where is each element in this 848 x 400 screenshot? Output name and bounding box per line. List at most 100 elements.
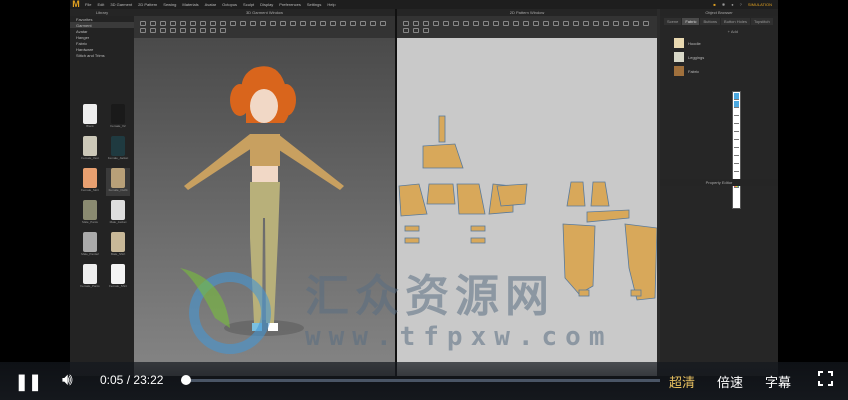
progress-handle[interactable]: [181, 375, 191, 385]
menu-help[interactable]: Help: [327, 2, 335, 7]
tool-icon[interactable]: [160, 28, 166, 33]
tool-icon[interactable]: [140, 21, 146, 26]
tool-icon[interactable]: [413, 28, 419, 33]
help-icon[interactable]: ?: [740, 2, 742, 7]
tool-icon[interactable]: [280, 21, 286, 26]
tool-icon[interactable]: [553, 21, 559, 26]
tab-scene[interactable]: Scene: [664, 18, 682, 25]
menu-sculpt[interactable]: Sculpt: [243, 2, 254, 7]
tool-icon[interactable]: [734, 117, 739, 124]
tool-icon[interactable]: [310, 21, 316, 26]
menu-materials[interactable]: Materials: [182, 2, 198, 7]
fullscreen-button[interactable]: [818, 371, 833, 386]
tool-icon[interactable]: [463, 21, 469, 26]
volume-button[interactable]: 🔊︎: [62, 370, 73, 390]
settings-icon[interactable]: ✱: [722, 2, 725, 7]
tool-icon[interactable]: [563, 21, 569, 26]
menu-sewing[interactable]: Sewing: [163, 2, 176, 7]
menu-octopus[interactable]: Octopus: [222, 2, 237, 7]
tool-icon[interactable]: [493, 21, 499, 26]
tool-icon[interactable]: [734, 93, 739, 100]
tool-icon[interactable]: [573, 21, 579, 26]
tool-icon[interactable]: [413, 21, 419, 26]
tool-icon[interactable]: [250, 21, 256, 26]
tool-icon[interactable]: [170, 28, 176, 33]
user-button[interactable]: SIMULATION: [748, 2, 772, 7]
library-item[interactable]: Male_Shirt: [106, 232, 130, 260]
tool-icon[interactable]: [140, 28, 146, 33]
tool-icon[interactable]: [734, 165, 739, 172]
tool-icon[interactable]: [220, 28, 226, 33]
menu-settings[interactable]: Settings: [307, 2, 321, 7]
tool-icon[interactable]: [340, 21, 346, 26]
menu-3d-garment[interactable]: 3D Garment: [110, 2, 132, 7]
library-item[interactable]: Male_Jacket: [106, 200, 130, 228]
tool-icon[interactable]: [270, 21, 276, 26]
tool-icon[interactable]: [230, 21, 236, 26]
progress-bar[interactable]: [186, 379, 660, 382]
tool-icon[interactable]: [320, 21, 326, 26]
tool-icon[interactable]: [734, 141, 739, 148]
tool-icon[interactable]: [180, 28, 186, 33]
tool-icon[interactable]: [403, 21, 409, 26]
add-fabric-button[interactable]: + Add: [660, 27, 778, 36]
tool-icon[interactable]: [360, 21, 366, 26]
tool-icon[interactable]: [734, 157, 739, 164]
tool-icon[interactable]: [613, 21, 619, 26]
viewport-3d[interactable]: [134, 38, 395, 376]
pause-button[interactable]: ❚❚: [15, 372, 42, 392]
tab-fabric[interactable]: Fabric: [682, 18, 700, 25]
tool-icon[interactable]: [533, 21, 539, 26]
tool-icon[interactable]: [220, 21, 226, 26]
tool-icon[interactable]: [380, 21, 386, 26]
library-item[interactable]: Female_V2: [106, 104, 130, 132]
tool-icon[interactable]: [423, 21, 429, 26]
menu-2d-pattern[interactable]: 2D Pattern: [138, 2, 157, 7]
tool-icon[interactable]: [483, 21, 489, 26]
viewport-2d[interactable]: [397, 38, 658, 376]
tool-icon[interactable]: [290, 21, 296, 26]
tool-icon[interactable]: [150, 28, 156, 33]
tool-icon[interactable]: [513, 21, 519, 26]
fabric-item[interactable]: Fabric: [660, 64, 778, 78]
tool-icon[interactable]: [603, 21, 609, 26]
menu-preferences[interactable]: Preferences: [279, 2, 301, 7]
tool-icon[interactable]: [190, 21, 196, 26]
menu-file[interactable]: File: [85, 2, 91, 7]
tool-icon[interactable]: [403, 28, 409, 33]
tool-icon[interactable]: [200, 21, 206, 26]
tool-icon[interactable]: [543, 21, 549, 26]
tool-icon[interactable]: [350, 21, 356, 26]
library-item[interactable]: Female_Skirt: [78, 168, 102, 196]
tool-icon[interactable]: [734, 149, 739, 156]
library-item[interactable]: Female_Pants: [78, 264, 102, 292]
library-item[interactable]: Female_Outfit: [106, 168, 130, 196]
tool-icon[interactable]: [300, 21, 306, 26]
tool-icon[interactable]: [240, 21, 246, 26]
tool-icon[interactable]: [433, 21, 439, 26]
menu-avatar[interactable]: Avatar: [205, 2, 217, 7]
tool-icon[interactable]: [583, 21, 589, 26]
fabric-item[interactable]: Leggings: [660, 50, 778, 64]
tool-icon[interactable]: [330, 21, 336, 26]
tool-icon[interactable]: [160, 21, 166, 26]
tool-icon[interactable]: [453, 21, 459, 26]
tool-icon[interactable]: [150, 21, 156, 26]
tool-icon[interactable]: [734, 109, 739, 116]
tool-icon[interactable]: [503, 21, 509, 26]
library-item[interactable]: Female_Jacket: [106, 136, 130, 164]
user-icon[interactable]: ●: [731, 2, 733, 7]
camera-icon[interactable]: ■: [713, 2, 715, 7]
tab-buttons[interactable]: Buttons: [700, 18, 721, 25]
library-item[interactable]: Female_Vest: [78, 136, 102, 164]
tab-topstitch[interactable]: Topstitch: [750, 18, 773, 25]
tool-icon[interactable]: [643, 21, 649, 26]
tab-button-holes[interactable]: Button Holes: [721, 18, 750, 25]
tool-icon[interactable]: [734, 101, 739, 108]
library-category[interactable]: Stitch and Trims: [70, 52, 134, 58]
tool-icon[interactable]: [734, 125, 739, 132]
tool-icon[interactable]: [633, 21, 639, 26]
speed-button[interactable]: 倍速: [717, 372, 743, 391]
tool-icon[interactable]: [200, 28, 206, 33]
tool-icon[interactable]: [210, 21, 216, 26]
